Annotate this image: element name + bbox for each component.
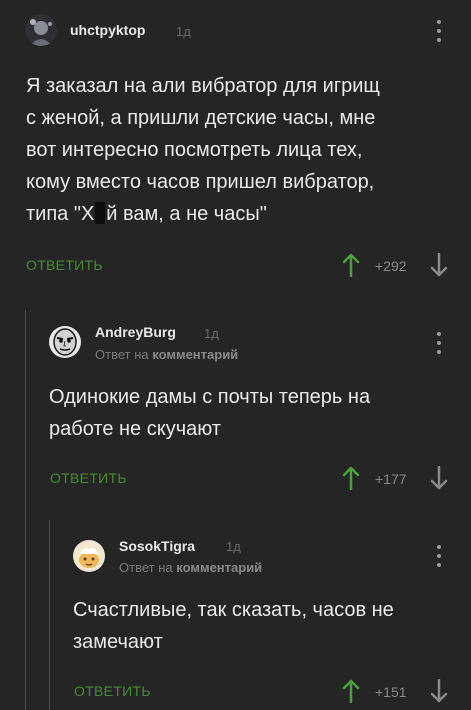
comment-text-line: работе не скучают (49, 418, 221, 440)
downvote-arrow-icon[interactable] (430, 679, 448, 703)
reply-to-link[interactable]: Ответ на комментарий (95, 347, 238, 362)
timestamp: 1д (176, 24, 191, 39)
reply-target[interactable]: комментарий (152, 347, 238, 362)
avatar[interactable] (73, 540, 105, 572)
comment-2: AndreyBurg 1д Ответ на комментарий Одино… (0, 310, 471, 520)
reply-button[interactable]: ОТВЕТИТЬ (74, 683, 151, 699)
comment-text: Одинокие дамы с почты теперь на работе н… (49, 381, 459, 445)
username[interactable]: AndreyBurg (95, 324, 176, 340)
censor-bar (95, 202, 106, 224)
timestamp: 1д (226, 539, 241, 554)
score: +151 (375, 684, 407, 700)
more-vertical-icon[interactable] (436, 545, 442, 567)
comment-3: SosokTigra 1д Ответ на комментарий Счаст… (0, 522, 471, 710)
comment-text-line: Одинокие дамы с почты теперь на (49, 386, 371, 408)
reply-prefix: Ответ на (119, 560, 173, 575)
score: +177 (375, 471, 407, 487)
reply-to-link[interactable]: Ответ на комментарий (119, 560, 262, 575)
username[interactable]: SosokTigra (119, 538, 195, 554)
comment-1: uhctpyktop 1д Я заказал на али вибратор … (0, 0, 471, 300)
username[interactable]: uhctpyktop (70, 22, 145, 38)
comment-text-line: Я заказал на али вибратор для игрищ (26, 75, 380, 97)
reply-target[interactable]: комментарий (176, 560, 262, 575)
avatar[interactable] (49, 326, 81, 358)
upvote-arrow-icon[interactable] (342, 253, 360, 277)
comment-text: Я заказал на али вибратор для игрищ с же… (26, 70, 456, 230)
avatar[interactable] (25, 14, 57, 46)
comment-text-line: кому вместо часов пришел вибратор, (26, 171, 375, 193)
comment-text-line: с женой, а пришли детские часы, мне (26, 107, 376, 129)
comment-text: Счастливые, так сказать, часов не замеча… (73, 594, 463, 658)
text-fragment: типа "Х (26, 203, 95, 225)
reply-button[interactable]: ОТВЕТИТЬ (26, 257, 103, 273)
more-vertical-icon[interactable] (436, 20, 442, 42)
comment-text-line: Счастливые, так сказать, часов не (73, 599, 394, 621)
comment-text-line: типа "Х й вам, а не часы" (26, 198, 456, 230)
downvote-arrow-icon[interactable] (430, 253, 448, 277)
downvote-arrow-icon[interactable] (430, 466, 448, 490)
comment-text-line: вот интересно посмотреть лица тех, (26, 139, 363, 161)
upvote-arrow-icon[interactable] (342, 679, 360, 703)
score: +292 (375, 258, 407, 274)
reply-button[interactable]: ОТВЕТИТЬ (50, 470, 127, 486)
comment-text-line: замечают (73, 631, 163, 653)
upvote-arrow-icon[interactable] (342, 466, 360, 490)
reply-prefix: Ответ на (95, 347, 149, 362)
text-fragment: й вам, а не часы" (106, 203, 267, 225)
timestamp: 1д (204, 326, 219, 341)
more-vertical-icon[interactable] (436, 332, 442, 354)
